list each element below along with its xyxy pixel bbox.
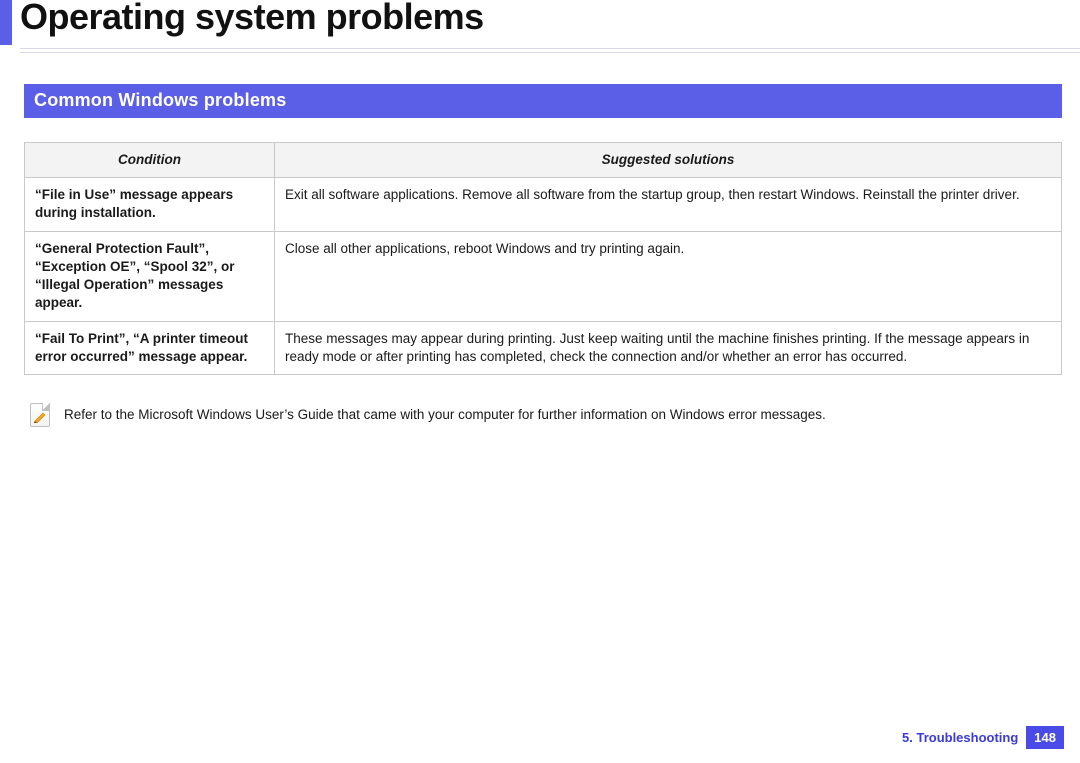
col-header-solution: Suggested solutions: [275, 143, 1062, 178]
content-area: Common Windows problems Condition Sugges…: [0, 52, 1080, 427]
table-row: “General Protection Fault”, “Exception O…: [25, 231, 1062, 321]
page-root: Operating system problems Common Windows…: [0, 0, 1080, 763]
footer-page-number: 148: [1026, 726, 1064, 749]
table-row: “Fail To Print”, “A printer timeout erro…: [25, 321, 1062, 374]
solutions-table-wrap: Condition Suggested solutions “File in U…: [24, 142, 1062, 375]
table-header-row: Condition Suggested solutions: [25, 143, 1062, 178]
section-header: Common Windows problems: [24, 84, 1062, 118]
cell-condition: “File in Use” message appears during ins…: [25, 178, 275, 231]
page-title: Operating system problems: [20, 0, 484, 38]
title-accent-bar: [0, 0, 12, 45]
title-area: Operating system problems: [0, 0, 1080, 52]
col-header-condition: Condition: [25, 143, 275, 178]
note-icon: [30, 403, 50, 427]
cell-solution: These messages may appear during printin…: [275, 321, 1062, 374]
cell-solution: Exit all software applications. Remove a…: [275, 178, 1062, 231]
note-block: Refer to the Microsoft Windows User’s Gu…: [24, 403, 1062, 427]
title-rule: [20, 48, 1080, 53]
note-text: Refer to the Microsoft Windows User’s Gu…: [64, 403, 826, 424]
cell-condition: “Fail To Print”, “A printer timeout erro…: [25, 321, 275, 374]
footer-chapter: 5. Troubleshooting: [902, 730, 1018, 745]
cell-condition: “General Protection Fault”, “Exception O…: [25, 231, 275, 321]
table-row: “File in Use” message appears during ins…: [25, 178, 1062, 231]
page-footer: 5. Troubleshooting 148: [902, 726, 1064, 749]
cell-solution: Close all other applications, reboot Win…: [275, 231, 1062, 321]
solutions-table: Condition Suggested solutions “File in U…: [24, 142, 1062, 375]
